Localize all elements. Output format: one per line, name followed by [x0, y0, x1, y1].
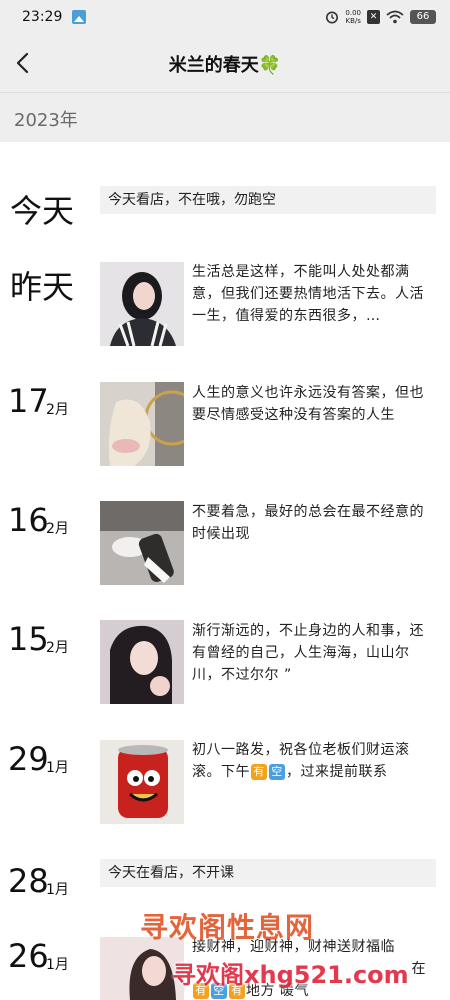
entry-month: 1月	[46, 760, 69, 776]
text-post-card[interactable]: 今天在看店，不开课	[100, 859, 436, 887]
emoji-you-icon: 有	[251, 764, 267, 780]
entry-day: 29	[8, 740, 49, 778]
entry-day: 28	[8, 862, 49, 900]
status-icons: 0.00 KB/s ✕ 66	[325, 8, 436, 26]
network-speed: 0.00 KB/s	[345, 9, 361, 25]
post-photo[interactable]	[100, 501, 184, 585]
entry-month: 1月	[46, 957, 69, 973]
entry-month: 1月	[46, 882, 69, 898]
gallery-notification-icon	[72, 10, 86, 24]
battery-icon: 66	[410, 10, 436, 24]
year-header: 2023年	[0, 92, 450, 142]
entry-month: 2月	[46, 640, 69, 656]
speed-value: 0.00	[345, 9, 361, 17]
status-bar: 23:29 0.00 KB/s ✕ 66	[0, 0, 450, 34]
entry-month: 2月	[46, 521, 69, 537]
post-photo[interactable]	[100, 382, 184, 466]
post-text-part: ，过来提前联系	[286, 764, 388, 780]
post-text-part: 在	[411, 961, 426, 977]
entry-day: 17	[8, 382, 49, 420]
title-bar: 米兰的春天🍀	[0, 34, 450, 92]
entry-day: 16	[8, 501, 49, 539]
entry-date: 昨天	[10, 268, 75, 306]
entry-month: 2月	[46, 402, 69, 418]
post-text[interactable]: 生活总是这样，不能叫人处处都满意，但我们还要热情地活下去。人活一生，值得爱的东西…	[192, 261, 438, 327]
watermark-line-2: 寻欢阁xhg521.com	[172, 961, 409, 989]
sim-off-icon: ✕	[367, 10, 380, 24]
status-time: 23:29	[22, 9, 63, 25]
post-photo[interactable]	[100, 620, 184, 704]
post-text[interactable]: 渐行渐远的，不止身边的人和事，还有曾经的自己，人生海海，山山尔川，不过尔尔 ”	[192, 620, 438, 686]
post-photo[interactable]	[100, 262, 184, 346]
alarm-icon	[326, 11, 339, 24]
entry-day: 26	[8, 937, 49, 975]
wifi-icon	[386, 10, 404, 24]
post-text[interactable]: 初八一路发，祝各位老板们财运滚滚。下午有空，过来提前联系	[192, 739, 438, 783]
entry-date: 今天	[10, 192, 75, 230]
emoji-kong-icon: 空	[269, 764, 285, 780]
post-text[interactable]: 不要着急，最好的总会在最不经意的时候出现	[192, 501, 438, 545]
post-photo[interactable]	[100, 740, 184, 824]
page-title: 米兰的春天🍀	[168, 55, 282, 76]
year-label: 2023年	[14, 110, 78, 131]
post-text[interactable]: 人生的意义也许永远没有答案，但也要尽情感受这种没有答案的人生	[192, 382, 438, 426]
text-post-card[interactable]: 今天看店，不在哦，勿跑空	[100, 186, 436, 214]
speed-unit: KB/s	[345, 17, 361, 25]
watermark-line-1: 寻欢阁性息网	[140, 911, 315, 944]
entry-day: 15	[8, 620, 49, 658]
